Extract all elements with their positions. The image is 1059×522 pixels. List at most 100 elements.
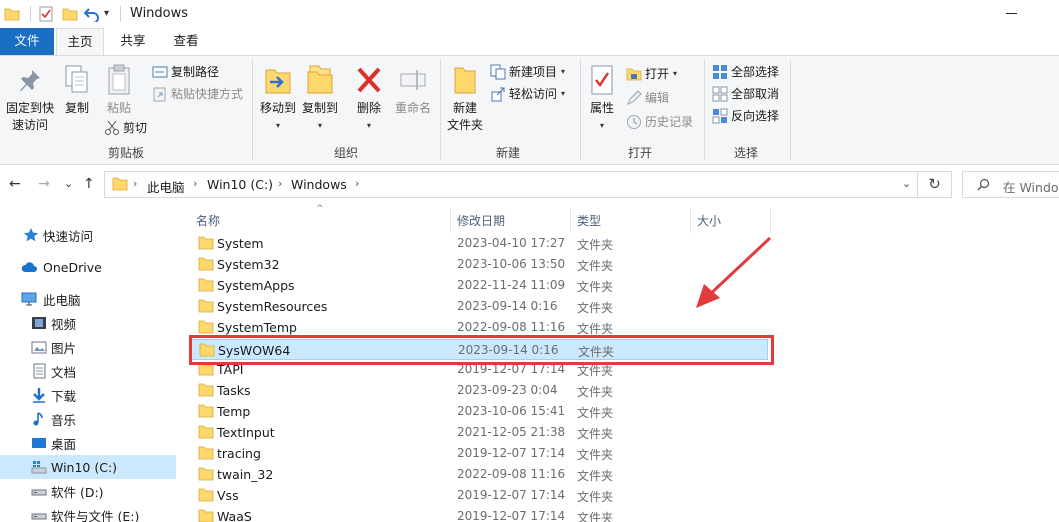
nav-drive-c[interactable]: Win10 (C:) <box>0 455 176 479</box>
column-header-modified[interactable]: 修改日期 <box>457 212 505 229</box>
folder-icon[interactable] <box>4 6 20 22</box>
copy-to-button[interactable]: 复制到 ▾ <box>300 64 340 134</box>
column-divider[interactable] <box>690 208 691 233</box>
delete-label: 删除 <box>356 101 381 115</box>
folder-icon <box>198 257 214 271</box>
paste-shortcut-button[interactable]: 粘贴快捷方式 <box>152 84 243 104</box>
open-button[interactable]: 打开 ▾ <box>626 64 677 84</box>
copy-to-label: 复制到 <box>301 101 338 115</box>
rename-button[interactable]: 重命名 <box>390 64 436 117</box>
table-row[interactable]: Vss 2019-12-07 17:14 文件夹 <box>190 485 768 506</box>
history-label: 历史记录 <box>645 115 694 129</box>
group-label-organize: 组织 <box>333 146 358 160</box>
file-type: 文件夹 <box>577 511 614 522</box>
group-divider <box>440 60 441 160</box>
search-box[interactable]: 在 Windo <box>962 171 1059 198</box>
forward-button[interactable]: → <box>38 176 50 192</box>
nav-downloads[interactable]: 下载 <box>0 383 176 407</box>
properties-button[interactable]: 属性 ▾ <box>584 64 620 134</box>
folder-icon <box>198 446 214 460</box>
easy-access-label: 轻松访问 <box>509 87 558 101</box>
copy-path-button[interactable]: 复制路径 <box>152 62 219 82</box>
select-none-button[interactable]: 全部取消 <box>712 84 779 104</box>
table-row[interactable]: tracing 2019-12-07 17:14 文件夹 <box>190 443 768 464</box>
customize-dropdown-icon[interactable]: ▾ <box>104 8 120 24</box>
nav-label: 下载 <box>51 388 77 404</box>
nav-desktop[interactable]: 桌面 <box>0 431 176 455</box>
properties-icon <box>591 65 613 95</box>
cut-button[interactable]: 剪切 <box>104 118 147 138</box>
nav-label: 桌面 <box>51 436 77 452</box>
breadcrumb-this-pc[interactable]: 此电脑 <box>147 177 185 196</box>
breadcrumb-separator[interactable]: › <box>133 177 137 190</box>
breadcrumb-separator[interactable]: › <box>355 177 359 190</box>
file-type: 文件夹 <box>577 406 614 420</box>
move-to-button[interactable]: 移动到 ▾ <box>258 64 298 134</box>
nav-drive-d[interactable]: 软件 (D:) <box>0 479 176 503</box>
folder-icon <box>198 320 214 334</box>
column-divider[interactable] <box>570 208 571 233</box>
undo-icon[interactable] <box>84 6 100 22</box>
nav-this-pc[interactable]: 此电脑 <box>0 287 176 311</box>
edit-button[interactable]: 编辑 <box>626 88 669 108</box>
chevron-down-icon: ▾ <box>673 69 678 78</box>
properties-icon[interactable] <box>38 6 54 22</box>
new-folder-icon[interactable] <box>62 6 78 22</box>
file-type: 文件夹 <box>577 427 614 441</box>
tab-file[interactable]: 文件 <box>0 28 54 55</box>
nav-music[interactable]: 音乐 <box>0 407 176 431</box>
tab-home[interactable]: 主页 <box>56 28 104 56</box>
folder-icon <box>198 383 214 397</box>
new-item-button[interactable]: 新建项目 ▾ <box>490 62 565 82</box>
group-divider <box>580 60 581 160</box>
address-bar[interactable]: › 此电脑 › Win10 (C:) › Windows › ⌄ <box>104 171 918 198</box>
recent-locations-button[interactable]: ⌄ <box>64 177 73 190</box>
easy-access-button[interactable]: 轻松访问 ▾ <box>490 84 565 104</box>
table-row[interactable]: SystemApps 2022-11-24 11:09 文件夹 <box>190 275 768 296</box>
tab-view[interactable]: 查看 <box>162 28 210 55</box>
column-header-size[interactable]: 大小 <box>697 212 721 229</box>
nav-pictures[interactable]: 图片 <box>0 335 176 359</box>
file-name: SystemApps <box>217 278 295 293</box>
breadcrumb-drive-c[interactable]: Win10 (C:) <box>207 177 273 192</box>
table-row[interactable]: WaaS 2019-12-07 17:14 文件夹 <box>190 506 768 522</box>
breadcrumb-separator[interactable]: › <box>193 177 197 190</box>
nav-documents[interactable]: 文档 <box>0 359 176 383</box>
ribbon: 固定到快 速访问 复制 粘贴 复制路径 粘贴快捷方式 剪切 剪贴板 移动到 ▾ … <box>0 55 1059 165</box>
paste-button[interactable]: 粘贴 <box>102 64 136 117</box>
table-row[interactable]: SystemResources 2023-09-14 0:16 文件夹 <box>190 296 768 317</box>
table-row[interactable]: System 2023-04-10 17:27 文件夹 <box>190 233 768 254</box>
nav-videos[interactable]: 视频 <box>0 311 176 335</box>
up-button[interactable]: ↑ <box>83 176 95 192</box>
column-divider[interactable] <box>770 208 771 233</box>
column-divider[interactable] <box>450 208 451 233</box>
table-row[interactable]: Tasks 2023-09-23 0:04 文件夹 <box>190 380 768 401</box>
refresh-button[interactable]: ↻ <box>918 171 952 198</box>
navigation-bar: ← → ⌄ ↑ › 此电脑 › Win10 (C:) › Windows › ⌄… <box>0 166 1059 204</box>
pin-to-quick-access-button[interactable]: 固定到快 速访问 <box>4 68 56 134</box>
table-row[interactable]: System32 2023-10-06 13:50 文件夹 <box>190 254 768 275</box>
column-header-type[interactable]: 类型 <box>577 212 601 229</box>
copy-button[interactable]: 复制 <box>60 64 94 117</box>
table-row[interactable]: TextInput 2021-12-05 21:38 文件夹 <box>190 422 768 443</box>
select-all-button[interactable]: 全部选择 <box>712 62 779 82</box>
invert-selection-button[interactable]: 反向选择 <box>712 106 779 126</box>
nav-onedrive[interactable]: OneDrive <box>0 255 176 279</box>
new-folder-button[interactable]: 新建 文件夹 <box>444 64 486 134</box>
minimize-button[interactable] <box>1006 13 1017 14</box>
column-header-name[interactable]: 名称 <box>196 212 220 229</box>
breadcrumb-separator[interactable]: › <box>278 177 282 190</box>
file-type: 文件夹 <box>577 259 614 273</box>
nav-drive-e[interactable]: 软件与文件 (E:) <box>0 503 176 522</box>
select-all-icon <box>713 65 727 79</box>
delete-button[interactable]: 删除 ▾ <box>352 64 386 134</box>
history-button[interactable]: 历史记录 <box>626 112 693 132</box>
tab-share[interactable]: 共享 <box>110 28 156 55</box>
table-row[interactable]: twain_32 2022-09-08 11:16 文件夹 <box>190 464 768 485</box>
nav-quick-access[interactable]: 快速访问 <box>0 223 176 247</box>
address-dropdown-icon[interactable]: ⌄ <box>902 177 911 190</box>
table-row[interactable]: Temp 2023-10-06 15:41 文件夹 <box>190 401 768 422</box>
back-button[interactable]: ← <box>9 176 21 192</box>
file-name: TextInput <box>217 425 275 440</box>
breadcrumb-windows[interactable]: Windows <box>291 177 347 192</box>
